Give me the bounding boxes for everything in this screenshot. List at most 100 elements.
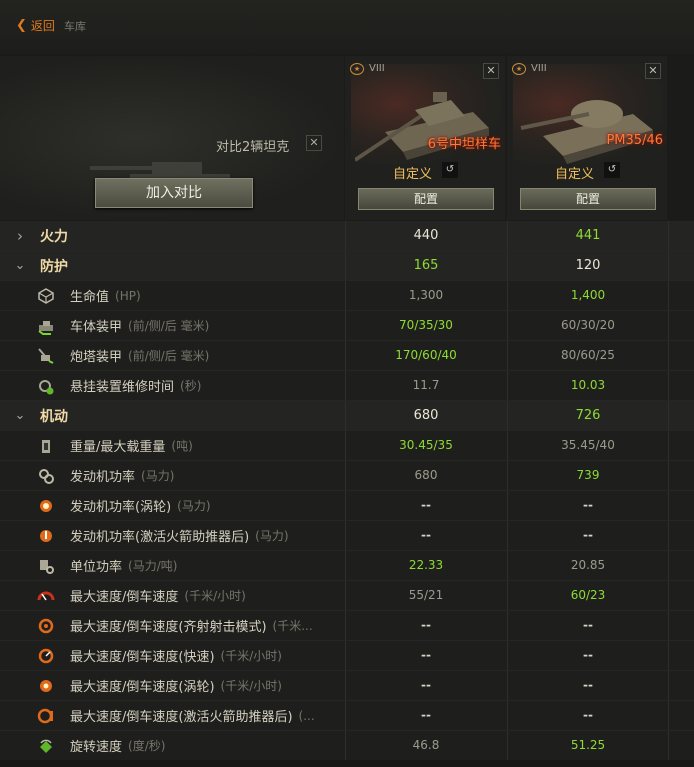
tank-1-value: 22.33	[345, 551, 506, 580]
stat-name: 炮塔装甲	[70, 350, 123, 365]
reset-undo-icon[interactable]: ↺	[604, 162, 620, 178]
repair-icon	[36, 377, 56, 395]
tank-1-value: 30.45/35	[345, 431, 506, 460]
compare-count-label: 对比2辆坦克	[216, 140, 290, 155]
rocket-speed-icon	[36, 707, 56, 725]
empty-column	[668, 281, 694, 310]
stat-row: 发动机功率 (马力) 680 739	[0, 461, 694, 491]
tank-name: 6号中坦样车	[427, 137, 501, 152]
tank-card-2: ★ VIII ✕ PM35/46 自定义 ↺ 配置	[507, 56, 667, 220]
tank-1-value: --	[345, 521, 506, 550]
stat-label-cell: 炮塔装甲 (前/侧/后 毫米)	[0, 341, 344, 370]
empty-column	[668, 221, 694, 250]
stat-name: 发动机功率(激活火箭助推器后)	[70, 530, 250, 545]
stat-label-cell: 最大速度/倒车速度(激活火箭助推器后) (...	[0, 701, 344, 730]
stat-label-cell: 旋转速度 (度/秒)	[0, 731, 344, 760]
stat-unit: (度/秒)	[128, 739, 166, 753]
stat-name: 最大速度/倒车速度(涡轮)	[70, 680, 215, 695]
clear-compare-close-icon[interactable]: ✕	[306, 135, 322, 151]
stat-row: 生命值 (HP) 1,300 1,400	[0, 281, 694, 311]
stats-table: › 火力 440 441 ⌄ 防护 165 120 生命值 (HP) 1,300 1,400 车体装甲(…	[0, 221, 694, 761]
section-row[interactable]: ⌄ 机动 680 726	[0, 401, 694, 431]
tank-2-value: --	[507, 641, 668, 670]
empty-column	[668, 701, 694, 730]
tank-2-value: --	[507, 611, 668, 640]
stat-row: 最大速度/倒车速度(快速) (千米/小时) -- --	[0, 641, 694, 671]
chevron-down-icon[interactable]: ⌄	[0, 258, 40, 273]
stat-name: 最大速度/倒车速度(快速)	[70, 650, 215, 665]
tank-2-value: 726	[507, 401, 668, 430]
stat-name: 生命值	[70, 290, 110, 305]
empty-column	[668, 371, 694, 400]
empty-column	[668, 401, 694, 430]
section-row[interactable]: ⌄ 防护 165 120	[0, 251, 694, 281]
back-label: 返回	[30, 19, 55, 33]
configure-button[interactable]: 配置	[358, 188, 494, 210]
section-name: 火力	[40, 228, 68, 245]
empty-column	[668, 461, 694, 490]
bottom-edge	[0, 760, 694, 767]
stat-unit: (千米...	[272, 619, 313, 633]
stat-label-cell: 悬挂装置维修时间 (秒)	[0, 371, 344, 400]
tank-1-value: 680	[345, 401, 506, 430]
back-button[interactable]: ❮ 返回	[16, 17, 55, 34]
chevron-down-icon[interactable]: ⌄	[0, 408, 40, 423]
tank-1-value: --	[345, 701, 506, 730]
stat-label-cell: 最大速度/倒车速度 (千米/小时)	[0, 581, 344, 610]
stat-label-cell: 最大速度/倒车速度(涡轮) (千米/小时)	[0, 671, 344, 700]
stat-row: 最大速度/倒车速度 (千米/小时) 55/21 60/23	[0, 581, 694, 611]
stat-unit: (...	[298, 708, 315, 723]
stat-row: 炮塔装甲 (前/侧/后 毫米) 170/60/40 80/60/25	[0, 341, 694, 371]
stat-label-cell: 单位功率 (马力/吨)	[0, 551, 344, 580]
stat-row: 车体装甲 (前/侧/后 毫米) 70/35/30 60/30/20	[0, 311, 694, 341]
stat-row: 发动机功率(涡轮) (马力) -- --	[0, 491, 694, 521]
add-to-compare-button[interactable]: 加入对比	[95, 178, 253, 208]
tank-2-value: 60/30/20	[507, 311, 668, 340]
tank-1-value: 70/35/30	[345, 311, 506, 340]
tank-2-value: --	[507, 701, 668, 730]
tank-1-value: --	[345, 671, 506, 700]
reset-undo-icon[interactable]: ↺	[442, 162, 458, 178]
stat-label-cell: › 火力	[0, 221, 344, 250]
turbo-engine-icon	[36, 497, 56, 515]
empty-column	[668, 341, 694, 370]
speed-icon	[36, 587, 56, 605]
tank-1-value: 1,300	[345, 281, 506, 310]
empty-column	[668, 671, 694, 700]
tank-2-value: 80/60/25	[507, 341, 668, 370]
breadcrumb: 车库	[64, 20, 86, 33]
stat-unit: (HP)	[115, 288, 141, 303]
stat-name: 发动机功率(涡轮)	[70, 500, 172, 515]
tank-2-value: 739	[507, 461, 668, 490]
tank-1-value: 680	[345, 461, 506, 490]
stat-name: 悬挂装置维修时间	[70, 380, 175, 395]
section-row[interactable]: › 火力 440 441	[0, 221, 694, 251]
configure-button[interactable]: 配置	[520, 188, 656, 210]
stat-label-cell: 发动机功率(涡轮) (马力)	[0, 491, 344, 520]
tank-2-value: 441	[507, 221, 668, 250]
stat-unit: (秒)	[180, 379, 202, 393]
stat-unit: (马力/吨)	[128, 559, 178, 573]
tank-2-value: 35.45/40	[507, 431, 668, 460]
turret-armor-icon	[36, 347, 56, 365]
tank-name: PM35/46	[606, 133, 663, 148]
stat-label-cell: 车体装甲 (前/侧/后 毫米)	[0, 311, 344, 340]
stat-unit: (前/侧/后 毫米)	[128, 349, 210, 363]
section-name: 机动	[40, 408, 68, 425]
tank-2-value: 10.03	[507, 371, 668, 400]
tank-1-value: 11.7	[345, 371, 506, 400]
chevron-left-icon: ❮	[16, 18, 27, 33]
tank-2-value: --	[507, 491, 668, 520]
tank-2-value: 20.85	[507, 551, 668, 580]
tank-card-1: ★ VIII ✕ 6号中坦样车 自定义 ↺ 配置	[345, 56, 505, 220]
tank-2-value: 60/23	[507, 581, 668, 610]
tank-2-value: --	[507, 671, 668, 700]
rocket-engine-icon	[36, 527, 56, 545]
stat-unit: (马力)	[141, 469, 175, 483]
stat-row: 悬挂装置维修时间 (秒) 11.7 10.03	[0, 371, 694, 401]
chevron-right-icon[interactable]: ›	[0, 227, 40, 245]
stat-unit: (千米/小时)	[220, 679, 282, 693]
stat-unit: (吨)	[171, 439, 193, 453]
tank-1-value: --	[345, 641, 506, 670]
empty-column	[668, 611, 694, 640]
